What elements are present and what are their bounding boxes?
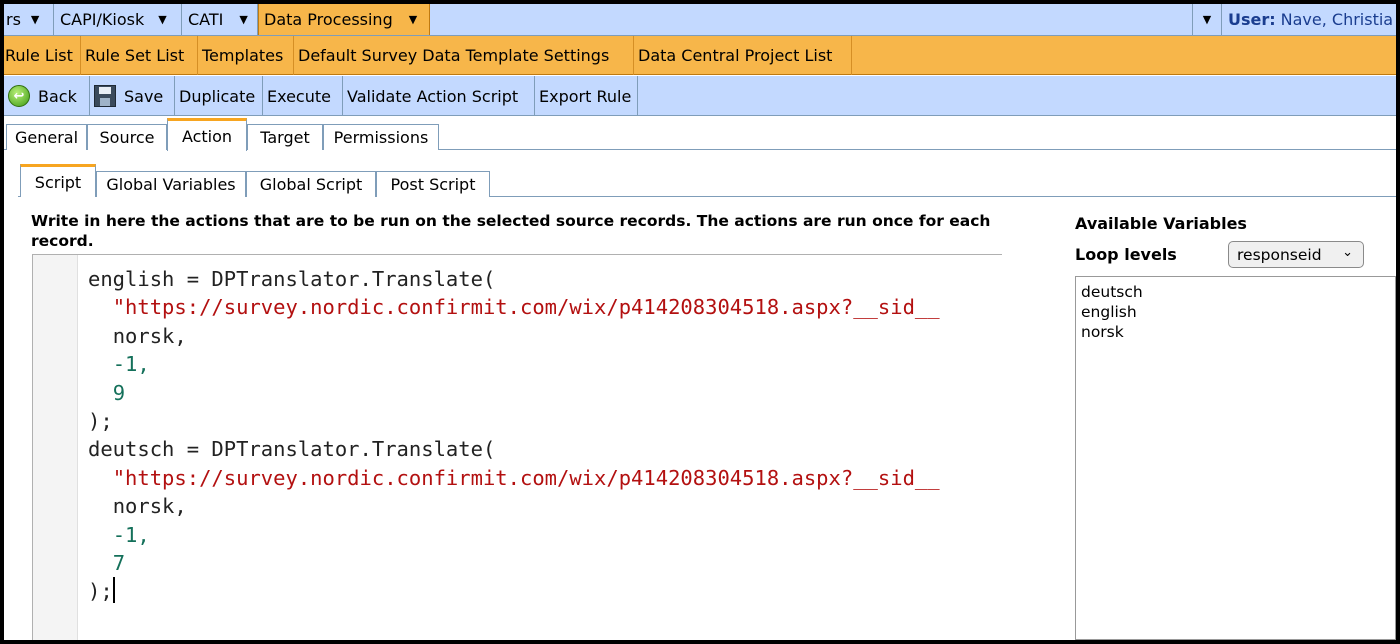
tab-label: Global Variables xyxy=(106,175,236,194)
menu-data-processing[interactable]: Data Processing ▼ xyxy=(258,4,430,35)
list-item[interactable]: english xyxy=(1081,302,1390,322)
subtab-global-variables[interactable]: Global Variables xyxy=(96,171,246,197)
menu-label: CAPI/Kiosk xyxy=(60,10,145,29)
tab-label: Permissions xyxy=(333,128,429,147)
code-line: "https://survey.nordic.confirmit.com/wix… xyxy=(112,465,940,490)
execute-button[interactable]: Execute xyxy=(263,76,343,116)
subtab-post-script[interactable]: Post Script xyxy=(376,171,490,197)
code-line: 7 xyxy=(112,551,126,576)
export-rule-button[interactable]: Export Rule xyxy=(535,76,638,116)
code-line: ); xyxy=(88,577,115,604)
chevron-down-icon: ▼ xyxy=(239,13,248,26)
code-line: english = DPTranslator.Translate( xyxy=(88,267,496,291)
tab-label: General xyxy=(14,128,79,147)
tab-label: Script xyxy=(34,172,82,192)
sub-menu-rule-list[interactable]: Rule List xyxy=(4,36,81,75)
sub-menu-label: Default Survey Data Template Settings xyxy=(298,46,610,65)
validate-action-script-button[interactable]: Validate Action Script xyxy=(343,76,535,116)
user-label: User: xyxy=(1228,10,1276,29)
code-line: -1, xyxy=(112,352,150,377)
sub-menu-templates[interactable]: Templates xyxy=(198,36,294,75)
code-line: norsk, xyxy=(112,323,187,348)
list-item[interactable]: deutsch xyxy=(1081,282,1390,302)
back-arrow-icon: ↩ xyxy=(8,85,30,107)
loop-levels-label: Loop levels xyxy=(1075,245,1177,264)
sub-menu-label: Rule Set List xyxy=(85,46,185,65)
code-line: "https://survey.nordic.confirmit.com/wix… xyxy=(112,295,940,320)
back-label: Back xyxy=(38,86,77,106)
sub-menu-data-central[interactable]: Data Central Project List xyxy=(634,36,852,75)
save-button[interactable]: Save xyxy=(90,76,175,116)
save-label: Save xyxy=(124,86,164,106)
back-button[interactable]: ↩ Back xyxy=(4,76,90,116)
code-line: norsk, xyxy=(112,494,187,519)
sub-menu-label: Rule List xyxy=(5,46,73,65)
editor-gutter xyxy=(33,255,78,640)
floppy-disk-icon xyxy=(94,85,116,107)
user-name: Nave, Christia xyxy=(1280,10,1394,29)
tab-action[interactable]: Action xyxy=(167,118,247,151)
code-line: deutsch = DPTranslator.Translate( xyxy=(88,437,496,462)
code-line: 9 xyxy=(112,380,126,405)
tab-target[interactable]: Target xyxy=(247,124,323,150)
available-variables-title: Available Variables xyxy=(1075,214,1247,233)
duplicate-button[interactable]: Duplicate xyxy=(175,76,263,116)
chevron-down-icon: ▼ xyxy=(1202,13,1212,26)
app-window: rs ▼ CAPI/Kiosk ▼ CATI ▼ Data Processing… xyxy=(4,4,1396,640)
chevron-down-icon: ▼ xyxy=(30,13,40,26)
execute-label: Execute xyxy=(267,86,331,106)
code-line: -1, xyxy=(112,522,150,547)
tab-label: Action xyxy=(181,126,233,146)
tab-label: Global Script xyxy=(259,175,363,194)
menu-cati[interactable]: CATI ▼ xyxy=(182,4,258,35)
user-dropdown-toggle[interactable]: ▼ xyxy=(1192,4,1222,35)
sub-menu-label: Data Central Project List xyxy=(638,46,833,65)
menu-label: Data Processing xyxy=(264,10,393,29)
duplicate-label: Duplicate xyxy=(179,86,256,106)
chevron-down-icon: ▼ xyxy=(408,13,418,26)
action-toolbar: ↩ Back Save Duplicate Execute Validate A… xyxy=(4,76,1396,116)
main-tab-strip: General Source Action Target Permissions xyxy=(4,116,1396,151)
text-cursor xyxy=(112,577,115,604)
select-value: responseid xyxy=(1237,245,1322,264)
menu-capi-kiosk[interactable]: CAPI/Kiosk ▼ xyxy=(54,4,182,35)
tab-general[interactable]: General xyxy=(6,124,87,150)
sub-menu-default-template-settings[interactable]: Default Survey Data Template Settings xyxy=(294,36,634,75)
tab-label: Target xyxy=(260,128,310,147)
sub-menu-label: Templates xyxy=(202,46,284,65)
tab-label: Source xyxy=(99,128,155,147)
menu-label: CATI xyxy=(188,10,224,29)
subtab-script[interactable]: Script xyxy=(20,164,96,197)
script-description: Write in here the actions that are to be… xyxy=(31,212,991,250)
variables-list[interactable]: deutsch english norsk xyxy=(1075,276,1396,640)
top-menu-bar: rs ▼ CAPI/Kiosk ▼ CATI ▼ Data Processing… xyxy=(4,4,1396,36)
menu-label: rs xyxy=(6,10,21,29)
script-tab-strip: Script Global Variables Global Script Po… xyxy=(18,164,1396,197)
tab-permissions[interactable]: Permissions xyxy=(323,124,439,150)
code-editor[interactable]: english = DPTranslator.Translate( "https… xyxy=(32,254,1002,640)
tab-label: Post Script xyxy=(390,175,476,194)
chevron-down-icon: ⌄ xyxy=(1342,245,1353,260)
user-info: User: Nave, Christia xyxy=(1228,4,1393,35)
code-content[interactable]: english = DPTranslator.Translate( "https… xyxy=(88,265,940,606)
loop-levels-select[interactable]: responseid ⌄ xyxy=(1228,241,1364,268)
export-label: Export Rule xyxy=(539,86,632,106)
sub-menu-rule-set-list[interactable]: Rule Set List xyxy=(81,36,198,75)
chevron-down-icon: ▼ xyxy=(158,13,167,26)
code-line: ); xyxy=(88,409,113,434)
sub-menu-bar: Rule List Rule Set List Templates Defaul… xyxy=(4,36,1396,75)
validate-label: Validate Action Script xyxy=(347,86,519,106)
subtab-global-script[interactable]: Global Script xyxy=(246,171,376,197)
menu-partial[interactable]: rs ▼ xyxy=(4,4,54,35)
list-item[interactable]: norsk xyxy=(1081,322,1390,342)
tab-source[interactable]: Source xyxy=(87,124,167,150)
